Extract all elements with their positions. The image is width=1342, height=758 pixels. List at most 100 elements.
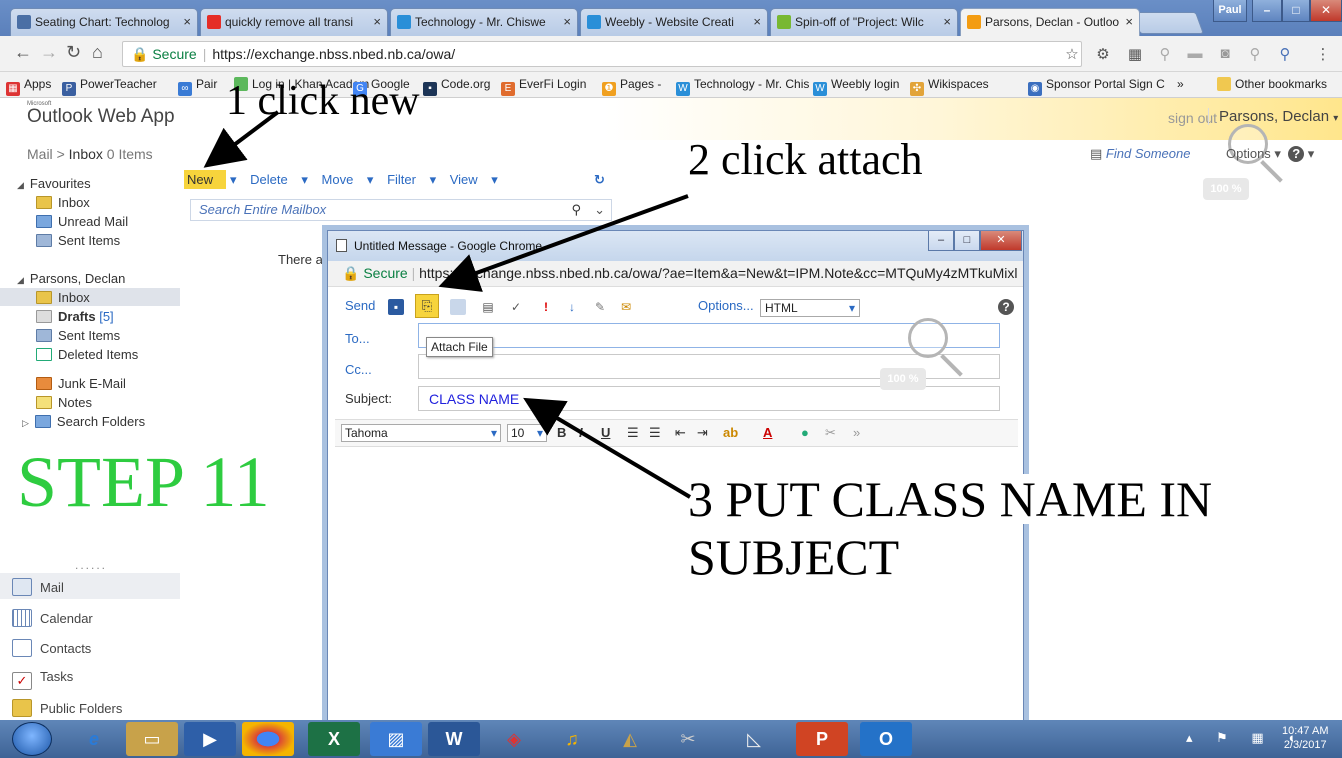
nav-contacts[interactable]: Contacts xyxy=(12,639,91,657)
account-header[interactable]: ◢ Parsons, Declan xyxy=(17,271,125,286)
outlook-icon[interactable]: O xyxy=(860,722,912,756)
extension-grid-icon[interactable]: ▦ xyxy=(1126,45,1144,63)
underline-button[interactable]: U xyxy=(601,425,610,440)
favourites-header[interactable]: ◢ Favourites xyxy=(17,176,91,191)
high-importance-icon[interactable]: ! xyxy=(538,299,554,315)
close-tab-icon[interactable]: × xyxy=(1125,9,1133,35)
popup-url-bar[interactable]: 🔒 Secure | https://exchange.nbss.nbed.nb… xyxy=(328,261,1023,287)
popup-close-button[interactable]: ✕ xyxy=(980,231,1022,251)
folder-sent-items[interactable]: Sent Items xyxy=(36,328,120,343)
view-button[interactable]: View ▾ xyxy=(450,172,498,187)
nav-mail[interactable]: Mail xyxy=(12,578,64,596)
popup-minimize-button[interactable]: – xyxy=(928,231,954,251)
maximize-button[interactable]: □ xyxy=(1282,0,1310,22)
bullets-icon[interactable]: ☰ xyxy=(627,425,639,441)
remove-link-icon[interactable]: ✂ xyxy=(825,425,836,441)
extension-icon[interactable]: ◙ xyxy=(1216,45,1234,63)
low-importance-icon[interactable]: ↓ xyxy=(564,299,580,315)
resize-handle[interactable]: ...... xyxy=(75,558,107,572)
to-button[interactable]: To... xyxy=(345,331,370,346)
highlight-icon[interactable]: ab xyxy=(723,425,738,440)
search-extension-icon[interactable]: ⚲ xyxy=(1156,45,1174,63)
bookmark-weebly-login[interactable]: W Weebly login xyxy=(813,77,899,96)
breadcrumb-mail[interactable]: Mail xyxy=(27,146,53,162)
bookmark-everfi[interactable]: E EverFi Login xyxy=(501,77,586,96)
close-tab-icon[interactable]: × xyxy=(183,9,191,35)
close-window-button[interactable]: ✕ xyxy=(1310,0,1342,22)
close-tab-icon[interactable]: × xyxy=(753,9,761,35)
italic-button[interactable]: I xyxy=(579,425,583,440)
menu-icon[interactable]: ⋮ xyxy=(1314,45,1332,63)
media-player-icon[interactable]: ▶ xyxy=(184,722,236,756)
home-icon[interactable]: ⌂ xyxy=(92,42,103,63)
close-tab-icon[interactable]: × xyxy=(373,9,381,35)
bookmark-powerteacher[interactable]: P PowerTeacher xyxy=(62,77,157,96)
attach-file-button[interactable]: ⎘ xyxy=(415,294,439,318)
options-button[interactable]: Options... xyxy=(698,298,754,313)
bold-button[interactable]: B xyxy=(557,425,566,440)
bookmarks-overflow[interactable]: » xyxy=(1177,77,1184,91)
zoom-extension-icon[interactable]: ⚲ xyxy=(1276,45,1294,63)
tab-weebly[interactable]: Weebly - Website Creati × xyxy=(580,8,768,36)
notes-app-icon[interactable]: ▨ xyxy=(370,722,422,756)
font-select[interactable]: Tahoma ▾ xyxy=(341,424,501,442)
options-menu[interactable]: Options ▾ ? ▾ xyxy=(1226,146,1314,162)
bookmark-codeorg[interactable]: ▪ Code.org xyxy=(423,77,490,96)
search-mailbox-input[interactable]: Search Entire Mailbox ⚲ ⌄ xyxy=(190,199,612,221)
nav-calendar[interactable]: Calendar xyxy=(12,609,93,627)
popup-maximize-button[interactable]: □ xyxy=(954,231,980,251)
new-tab-button[interactable] xyxy=(1131,12,1205,34)
forward-arrow-icon[interactable]: → xyxy=(40,42,58,63)
font-size-select[interactable]: 10 ▾ xyxy=(507,424,547,442)
font-color-icon[interactable]: A xyxy=(763,425,772,440)
reload-icon[interactable]: ↻ xyxy=(66,42,81,63)
numbering-icon[interactable]: ☰ xyxy=(649,425,661,441)
close-tab-icon[interactable]: × xyxy=(563,9,571,35)
help-icon[interactable]: ? xyxy=(998,299,1014,315)
address-book-icon[interactable]: ▤ xyxy=(480,299,496,315)
folder-notes[interactable]: Notes xyxy=(36,395,92,410)
bookmark-apps[interactable]: ▦ Apps xyxy=(6,77,51,96)
chrome-icon[interactable] xyxy=(242,722,294,756)
bookmark-sponsor-portal[interactable]: ◉ Sponsor Portal Sign C xyxy=(1028,77,1165,96)
fav-inbox[interactable]: Inbox xyxy=(36,195,90,210)
extension-icon[interactable]: ⚙ xyxy=(1094,45,1112,63)
bookmark-wikispaces[interactable]: ✣ Wikispaces xyxy=(910,77,989,96)
insert-image-icon[interactable] xyxy=(450,299,466,315)
check-names-icon[interactable]: ✓ xyxy=(508,299,524,315)
excel-icon[interactable]: X xyxy=(308,722,360,756)
nav-public-folders[interactable]: Public Folders xyxy=(12,699,122,717)
folder-drafts[interactable]: Drafts [5] xyxy=(36,309,114,324)
audio-app-icon[interactable]: ♫ xyxy=(546,722,598,756)
tab-youtube[interactable]: quickly remove all transi × xyxy=(200,8,388,36)
folder-deleted-items[interactable]: Deleted Items xyxy=(36,347,138,362)
user-menu[interactable]: Parsons, Declan ▾ xyxy=(1208,108,1338,125)
folder-search-folders[interactable]: ▷ Search Folders xyxy=(22,414,145,429)
fav-unread-mail[interactable]: Unread Mail xyxy=(36,214,128,229)
send-button[interactable]: Send xyxy=(345,298,375,313)
minimize-button[interactable]: – xyxy=(1252,0,1282,22)
file-explorer-icon[interactable]: ▭ xyxy=(126,722,178,756)
message-options-icon[interactable]: ✎ xyxy=(592,299,608,315)
snipping-tool-icon[interactable]: ✂ xyxy=(662,722,714,756)
url-bar[interactable]: 🔒 Secure | https://exchange.nbss.nbed.nb.c… xyxy=(122,41,1082,67)
zoom-extension-icon[interactable]: ⚲ xyxy=(1246,45,1264,63)
insert-link-icon[interactable]: ● xyxy=(801,425,809,440)
increase-indent-icon[interactable]: ⇥ xyxy=(697,425,708,441)
fav-sent-items[interactable]: Sent Items xyxy=(36,233,120,248)
new-message-button[interactable]: New xyxy=(184,170,227,189)
signature-icon[interactable]: ✉ xyxy=(618,299,634,315)
filter-button[interactable]: Filter ▾ xyxy=(387,172,436,187)
save-icon[interactable]: ▪ xyxy=(388,299,404,315)
refresh-icon[interactable]: ↻ xyxy=(594,172,605,188)
tab-spin-off[interactable]: Spin-off of "Project: Wilc × xyxy=(770,8,958,36)
tab-seating-chart[interactable]: Seating Chart: Technolog × xyxy=(10,8,198,36)
media-app-icon[interactable]: ◭ xyxy=(604,722,656,756)
back-arrow-icon[interactable]: ← xyxy=(14,42,32,63)
sketchup-icon[interactable]: ◈ xyxy=(488,722,540,756)
folder-junk[interactable]: Junk E-Mail xyxy=(36,376,126,391)
more-options-icon[interactable]: » xyxy=(853,425,860,440)
bookmark-technology[interactable]: W Technology - Mr. Chis xyxy=(676,77,809,96)
start-button[interactable] xyxy=(12,722,52,756)
document-app-icon[interactable]: ◺ xyxy=(728,722,780,756)
